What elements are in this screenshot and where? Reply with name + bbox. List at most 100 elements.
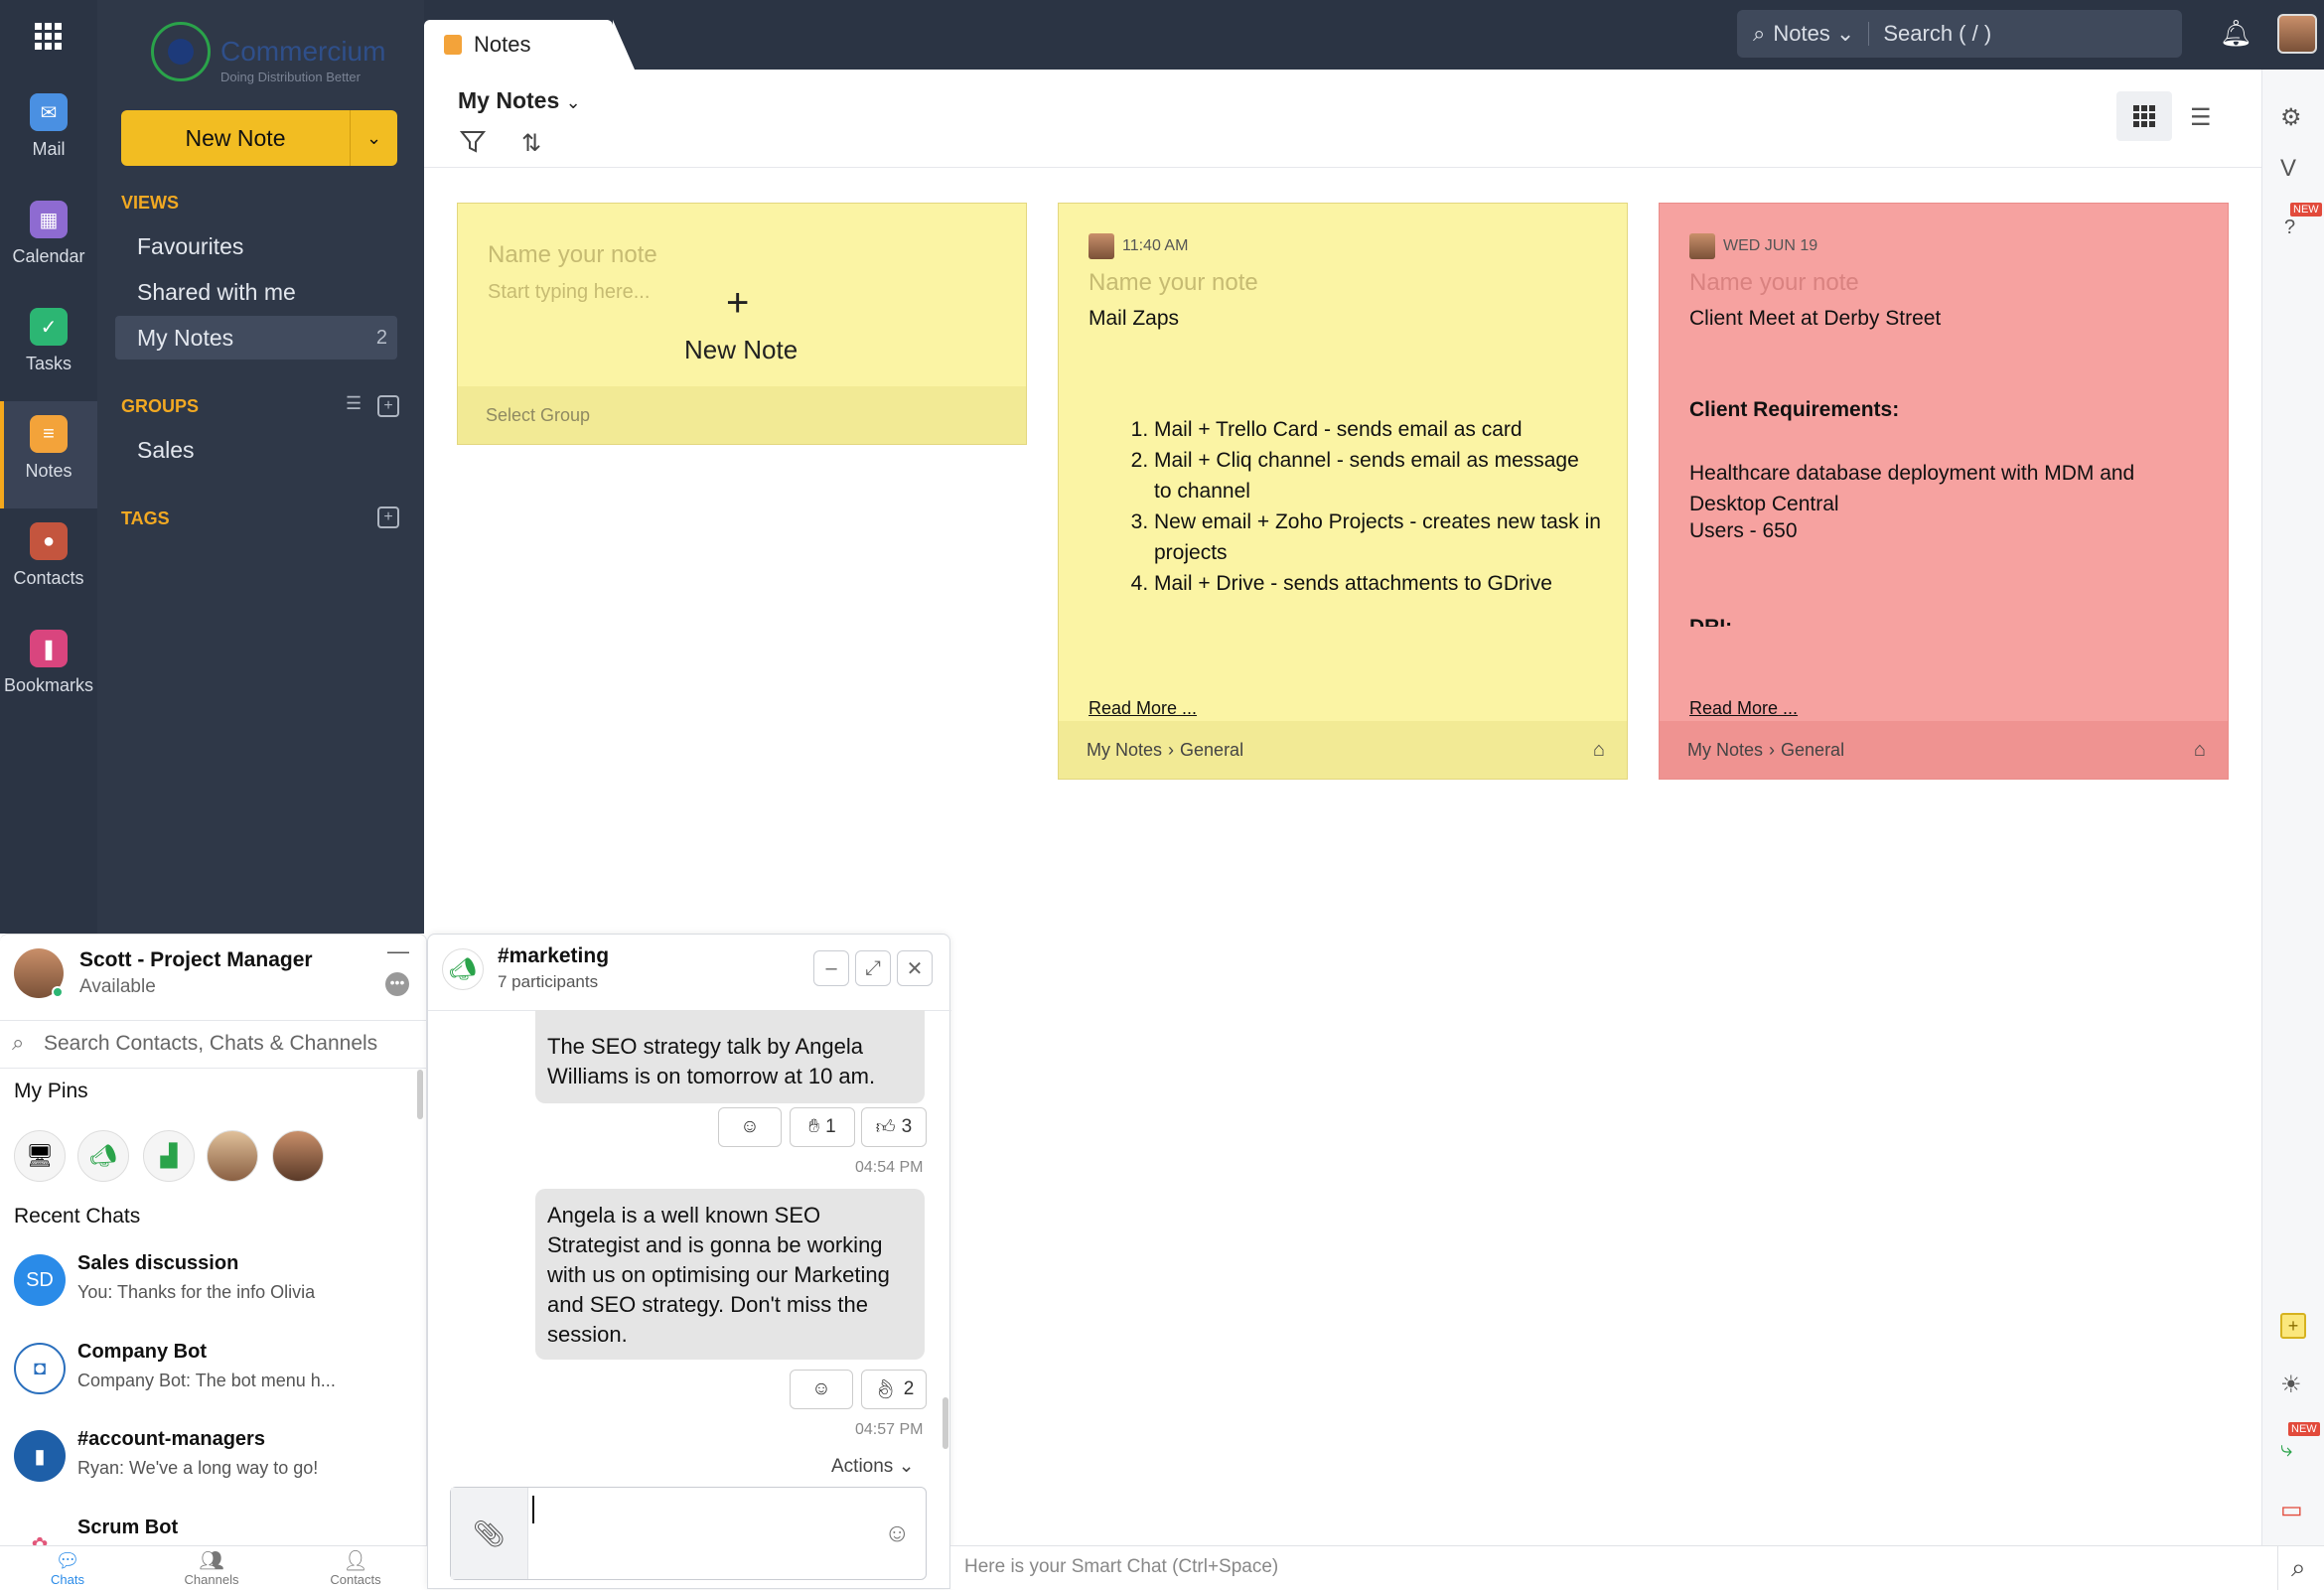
sort-icon[interactable]: ⇅ <box>521 129 541 158</box>
bookmarks-icon: ❚ <box>30 630 68 667</box>
list-view-icon[interactable]: ☰ <box>2190 103 2212 132</box>
note-card[interactable]: WED JUN 19 Name your note Client Meet at… <box>1659 203 2229 780</box>
minimize-icon[interactable]: – <box>813 950 849 986</box>
note-name-placeholder[interactable]: Name your note <box>1689 269 1859 297</box>
chat-bubble-icon: 💬︎ <box>55 1550 80 1572</box>
logo-text: Commercium <box>220 36 386 67</box>
pin-megaphone-icon[interactable]: 📣︎ <box>77 1130 129 1182</box>
rail-notes[interactable]: ≡ Notes <box>0 401 97 508</box>
integration-icon[interactable]: ⤷ <box>2280 1436 2292 1462</box>
chat-row[interactable]: ◘ Company Bot Company Bot: The bot menu … <box>0 1333 417 1412</box>
count-badge: 2 <box>375 326 387 349</box>
minimize-icon[interactable]: — <box>387 939 409 964</box>
reaction-wave[interactable]: ✋︎ 1 <box>790 1107 855 1147</box>
chat-panel: Scott - Project Manager Available — ••• … <box>0 934 427 1589</box>
rail-contacts[interactable]: ● Contacts <box>0 522 97 622</box>
new-note-card[interactable]: Name your note Start typing here... + Ne… <box>457 203 1027 445</box>
divider <box>0 1020 427 1021</box>
new-note-label: New Note <box>185 124 286 151</box>
rail-mail[interactable]: ✉ Mail <box>0 93 97 193</box>
message-composer[interactable]: 📎︎ ☺ <box>450 1487 927 1580</box>
vault-icon[interactable]: V <box>2280 155 2296 183</box>
pin-chart-icon[interactable]: ▟ <box>143 1130 195 1182</box>
expand-icon[interactable]: ⤢ <box>855 950 891 986</box>
search-scope-dropdown[interactable]: Notes ⌄ <box>1773 21 1854 47</box>
read-more-link[interactable]: Read More ... <box>1689 698 1798 719</box>
smart-chat-input[interactable]: Here is your Smart Chat (Ctrl+Space) <box>964 1556 1278 1578</box>
theme-icon[interactable]: ☀ <box>2280 1371 2302 1399</box>
group-sales[interactable]: Sales <box>115 428 397 472</box>
pin-desktop-icon[interactable]: 🖥︎ <box>14 1130 66 1182</box>
add-reaction-icon[interactable]: ☺ <box>718 1107 782 1147</box>
channel-name[interactable]: #marketing <box>498 944 609 968</box>
rail-tasks[interactable]: ✓ Tasks <box>0 308 97 407</box>
close-icon[interactable]: ✕ <box>897 950 933 986</box>
tab-chats[interactable]: 💬︎ Chats <box>8 1550 127 1587</box>
search-icon: ⌕ <box>1753 21 1766 46</box>
message-bubble[interactable]: The SEO strategy talk by Angela Williams… <box>535 1010 925 1103</box>
smart-chat-bar[interactable]: Here is your Smart Chat (Ctrl+Space) ⌕ <box>950 1545 2324 1590</box>
emoji-icon[interactable]: ☺ <box>884 1518 911 1548</box>
reaction-thumbs-up[interactable]: 👍︎ 3 <box>861 1107 927 1147</box>
path-root[interactable]: My Notes <box>1687 740 1763 761</box>
scrollbar[interactable] <box>417 1070 423 1119</box>
rail-calendar[interactable]: ▦ Calendar <box>0 201 97 300</box>
sticky-note-icon[interactable]: + <box>2280 1313 2306 1339</box>
message-bubble[interactable]: Angela is a well known SEO Strategist an… <box>535 1189 925 1360</box>
chat-search-input[interactable]: Search Contacts, Chats & Channels <box>44 1032 377 1056</box>
chat-row[interactable]: ▮ #account-managers Ryan: We've a long w… <box>0 1420 417 1500</box>
path-root[interactable]: My Notes <box>1087 740 1162 761</box>
user-avatar[interactable] <box>2277 14 2317 54</box>
pin-avatar[interactable] <box>272 1130 324 1182</box>
help-icon[interactable]: ? <box>2284 217 2295 239</box>
tag-icon[interactable]: ⌂ <box>2194 739 2206 762</box>
settings-icon[interactable]: ⚙ <box>2280 103 2302 132</box>
search-input[interactable]: Search ( / ) <box>1883 21 1991 47</box>
view-favourites[interactable]: Favourites <box>115 224 397 268</box>
filter-icon[interactable] <box>459 129 487 160</box>
pin-avatar[interactable] <box>207 1130 258 1182</box>
grid-view-icon[interactable] <box>2116 91 2172 141</box>
user-status[interactable]: Available <box>79 976 156 998</box>
feedback-icon[interactable]: ▭ <box>2280 1496 2303 1524</box>
participants-count[interactable]: 7 participants <box>498 972 598 992</box>
group-settings-icon[interactable]: ☰ <box>346 393 362 414</box>
search-icon[interactable]: ⌕ <box>2291 1552 2306 1584</box>
tag-icon[interactable]: ⌂ <box>1593 739 1605 762</box>
new-note-button[interactable]: New Note ⌄ <box>121 110 397 166</box>
attachment-icon[interactable]: 📎︎ <box>451 1488 528 1579</box>
thumbs-up-icon: 👍︎ <box>875 1116 896 1138</box>
reaction-ok[interactable]: 👌︎ 2 <box>861 1370 927 1409</box>
apps-grid-icon[interactable] <box>34 22 64 52</box>
tab-channels[interactable]: 👥︎ Channels <box>152 1550 271 1587</box>
add-group-icon[interactable]: + <box>377 395 399 417</box>
view-my-notes[interactable]: My Notes 2 <box>115 316 397 360</box>
my-notes-title[interactable]: My Notes ⌄ <box>458 87 581 114</box>
add-reaction-icon[interactable]: ☺ <box>790 1370 853 1409</box>
note-name-input[interactable]: Name your note <box>488 241 657 269</box>
actions-dropdown[interactable]: Actions ⌄ <box>831 1455 915 1478</box>
calendar-icon: ▦ <box>30 201 68 238</box>
rail-bookmarks[interactable]: ❚ Bookmarks <box>0 630 97 729</box>
chat-row[interactable]: SD Sales discussion You: Thanks for the … <box>0 1244 417 1324</box>
chevron-down-icon[interactable]: ⌄ <box>350 110 397 166</box>
plus-icon[interactable]: + <box>726 281 749 326</box>
path-group[interactable]: General <box>1781 740 1844 761</box>
add-tag-icon[interactable]: + <box>377 506 399 528</box>
global-search[interactable]: ⌕ Notes ⌄ Search ( / ) <box>1737 10 2182 58</box>
note-card[interactable]: 11:40 AM Name your note Mail Zaps Mail +… <box>1058 203 1628 780</box>
more-icon[interactable]: ••• <box>385 972 409 996</box>
read-more-link[interactable]: Read More ... <box>1089 698 1197 719</box>
chat-row[interactable]: ✿ Scrum Bot <box>0 1509 417 1548</box>
tab-notes[interactable]: Notes <box>424 20 635 70</box>
notification-bell-icon[interactable]: 🔔︎ <box>2220 18 2252 49</box>
scrollbar[interactable] <box>943 1397 948 1449</box>
new-note-label[interactable]: New Note <box>684 335 798 365</box>
tab-contacts[interactable]: 👤︎ Contacts <box>296 1550 415 1587</box>
group-select[interactable]: Select Group <box>458 386 1026 444</box>
note-name-placeholder[interactable]: Name your note <box>1089 269 1258 297</box>
note-body-input[interactable]: Start typing here... <box>488 281 650 304</box>
tab-label: Notes <box>474 32 531 57</box>
path-group[interactable]: General <box>1180 740 1243 761</box>
view-shared-with-me[interactable]: Shared with me <box>115 270 397 314</box>
